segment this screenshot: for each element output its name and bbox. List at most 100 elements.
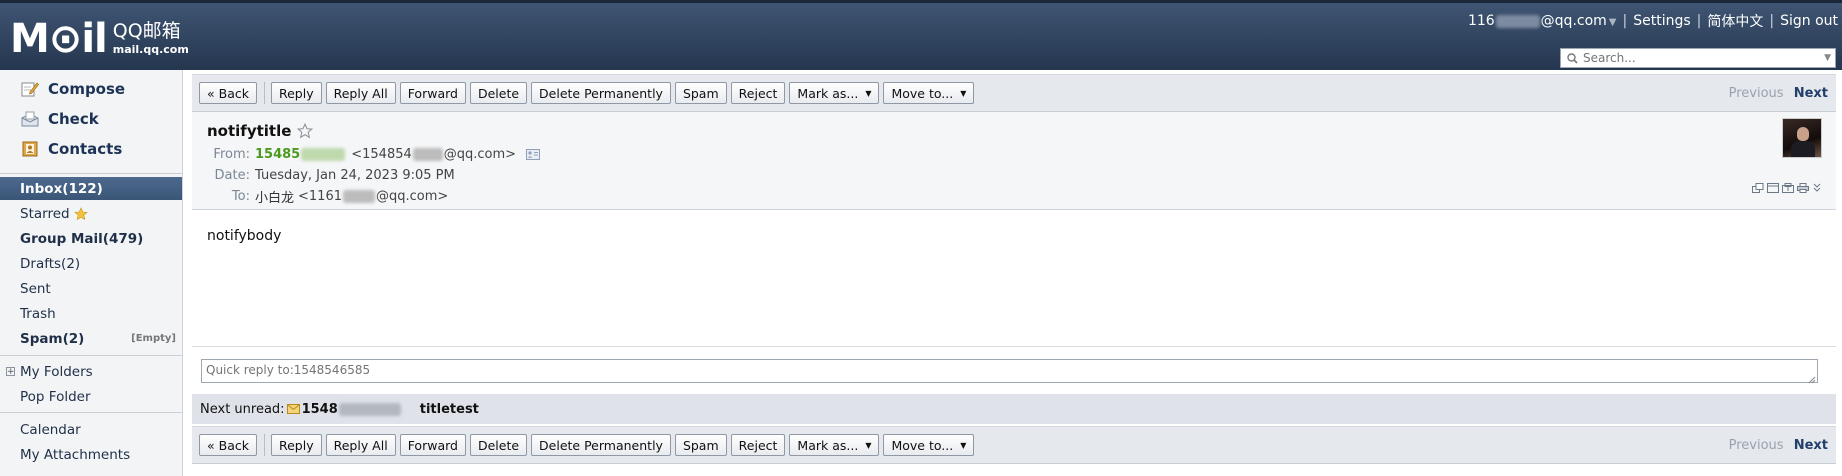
reply-button[interactable]: Reply (270, 434, 322, 456)
delete-permanently-button[interactable]: Delete Permanently (531, 434, 671, 456)
next-unread-sender[interactable]: 1548 (302, 402, 402, 417)
compose-link[interactable]: Compose (20, 77, 125, 101)
sidebar-item-drafts[interactable]: Drafts(2) (0, 252, 182, 275)
pager: Previous Next (1729, 86, 1828, 101)
search-options-icon[interactable]: ▼ (1824, 53, 1831, 63)
back-button[interactable]: « Back (199, 82, 257, 104)
sidebar-item-starred[interactable]: Starred (0, 202, 182, 225)
sender-avatar[interactable] (1782, 118, 1822, 158)
next-link[interactable]: Next (1794, 86, 1828, 101)
more-chevron-icon[interactable] (1812, 182, 1824, 192)
back-button[interactable]: « Back (199, 434, 257, 456)
previous-link[interactable]: Previous (1729, 438, 1784, 453)
delete-button[interactable]: Delete (469, 82, 528, 104)
sidebar-item-my-folders[interactable]: + My Folders (0, 360, 182, 383)
settings-link[interactable]: Settings (1633, 13, 1690, 29)
spam-button[interactable]: Spam (674, 82, 727, 104)
account-suffix: @qq.com (1540, 13, 1607, 29)
date-value: Tuesday, Jan 24, 2023 9:05 PM (255, 168, 455, 183)
chevron-down-icon: ▼ (865, 88, 872, 98)
sidebar-item-label: My Attachments (20, 446, 131, 463)
empty-spam-link[interactable]: [Empty] (131, 333, 176, 344)
star-toggle-icon[interactable] (297, 123, 314, 139)
sidebar-item-group-mail[interactable]: Group Mail(479) (0, 227, 182, 250)
forward-button[interactable]: Forward (399, 434, 466, 456)
account-prefix: 116 (1467, 13, 1495, 29)
sidebar-item-label: Inbox(122) (20, 180, 103, 197)
sidebar-item-calendar[interactable]: Calendar (0, 418, 182, 441)
expand-icon[interactable]: + (6, 367, 15, 377)
contacts-link[interactable]: Contacts (20, 137, 122, 161)
sidebar-item-label: Calendar (20, 421, 81, 438)
sidebar-item-inbox[interactable]: Inbox(122) (0, 177, 182, 200)
archive-icon[interactable] (1782, 182, 1794, 193)
delete-permanently-button[interactable]: Delete Permanently (531, 82, 671, 104)
top-header: M⊙il QQ邮箱 mail.qq.com 116 @qq.com ▼ | Sett… (0, 0, 1842, 70)
open-new-window-icon[interactable] (1752, 182, 1764, 193)
redacted-sender (338, 402, 401, 416)
redacted-address (343, 190, 375, 203)
compose-icon (20, 80, 40, 98)
sidebar-item-trash[interactable]: Trash (0, 302, 182, 325)
language-link[interactable]: 简体中文 (1707, 11, 1763, 31)
spam-button[interactable]: Spam (674, 434, 727, 456)
sidebar-item-pop-folder[interactable]: Pop Folder (0, 385, 182, 408)
print-icon[interactable] (1797, 182, 1809, 193)
chevron-down-icon: ▼ (960, 440, 967, 450)
check-link[interactable]: Check (20, 107, 99, 131)
logo-url: mail.qq.com (112, 43, 189, 56)
reject-button[interactable]: Reject (730, 434, 786, 456)
qq-mail-logo[interactable]: M⊙il QQ邮箱 mail.qq.com (10, 17, 189, 61)
reply-button[interactable]: Reply (270, 82, 322, 104)
account-menu[interactable]: 116 @qq.com ▼ (1468, 13, 1617, 29)
from-name[interactable]: 15485 (255, 147, 346, 162)
quick-reply-box[interactable] (201, 359, 1818, 384)
previous-link[interactable]: Previous (1729, 86, 1784, 101)
search-box[interactable]: ▼ (1560, 48, 1836, 68)
sidebar-item-label: Starred (20, 205, 70, 222)
envelope-icon (286, 404, 300, 414)
next-link[interactable]: Next (1794, 438, 1828, 453)
sign-out-link[interactable]: Sign out (1780, 13, 1838, 29)
body-divider (192, 346, 1836, 347)
from-row: From: 15485 <154854 @qq.com> (202, 147, 541, 162)
reject-button[interactable]: Reject (730, 82, 786, 104)
top-toolbar: « Back Reply Reply All Forward Delete De… (192, 74, 1836, 112)
sidebar: Compose Check Contacts Inbox(122) Starre… (0, 70, 183, 476)
search-input[interactable] (1579, 51, 1825, 65)
from-name-text: 15485 (255, 147, 301, 162)
redacted-name (301, 148, 346, 161)
sidebar-item-label: Pop Folder (20, 388, 91, 405)
move-to-label: Move to... (891, 437, 954, 453)
delete-button[interactable]: Delete (469, 434, 528, 456)
sidebar-item-attachments[interactable]: My Attachments (0, 443, 182, 466)
resize-grip-icon[interactable] (1808, 373, 1816, 384)
link-separator: | (1769, 13, 1775, 29)
reply-all-button[interactable]: Reply All (325, 82, 396, 104)
move-to-dropdown[interactable]: Move to... ▼ (883, 434, 975, 456)
quick-reply-input[interactable] (202, 360, 1817, 382)
toolbar-separator (263, 82, 265, 104)
chevron-down-icon: ▼ (960, 88, 967, 98)
sidebar-item-sent[interactable]: Sent (0, 277, 182, 300)
message-body: notifybody (207, 228, 282, 244)
link-separator: | (1696, 13, 1702, 29)
to-addr-suffix: @qq.com> (376, 189, 449, 204)
account-dropdown-icon: ▼ (1608, 17, 1617, 28)
to-name[interactable]: 小白龙 (255, 187, 294, 206)
from-addr-prefix: <154854 (351, 147, 412, 162)
next-unread-label: Next unread: (200, 401, 285, 417)
move-to-dropdown[interactable]: Move to... ▼ (883, 82, 975, 104)
next-unread-subject[interactable]: titletest (420, 402, 479, 417)
sidebar-item-spam[interactable]: Spam(2) [Empty] (0, 327, 182, 350)
reply-all-button[interactable]: Reply All (325, 434, 396, 456)
contacts-label: Contacts (48, 140, 123, 158)
contact-card-icon[interactable] (526, 149, 541, 160)
sidebar-divider (0, 173, 182, 174)
search-icon (1565, 51, 1579, 65)
view-source-icon[interactable] (1767, 182, 1779, 193)
mark-as-dropdown[interactable]: Mark as... ▼ (789, 82, 880, 104)
sidebar-item-label: Trash (20, 305, 56, 322)
forward-button[interactable]: Forward (399, 82, 466, 104)
mark-as-dropdown[interactable]: Mark as... ▼ (789, 434, 880, 456)
